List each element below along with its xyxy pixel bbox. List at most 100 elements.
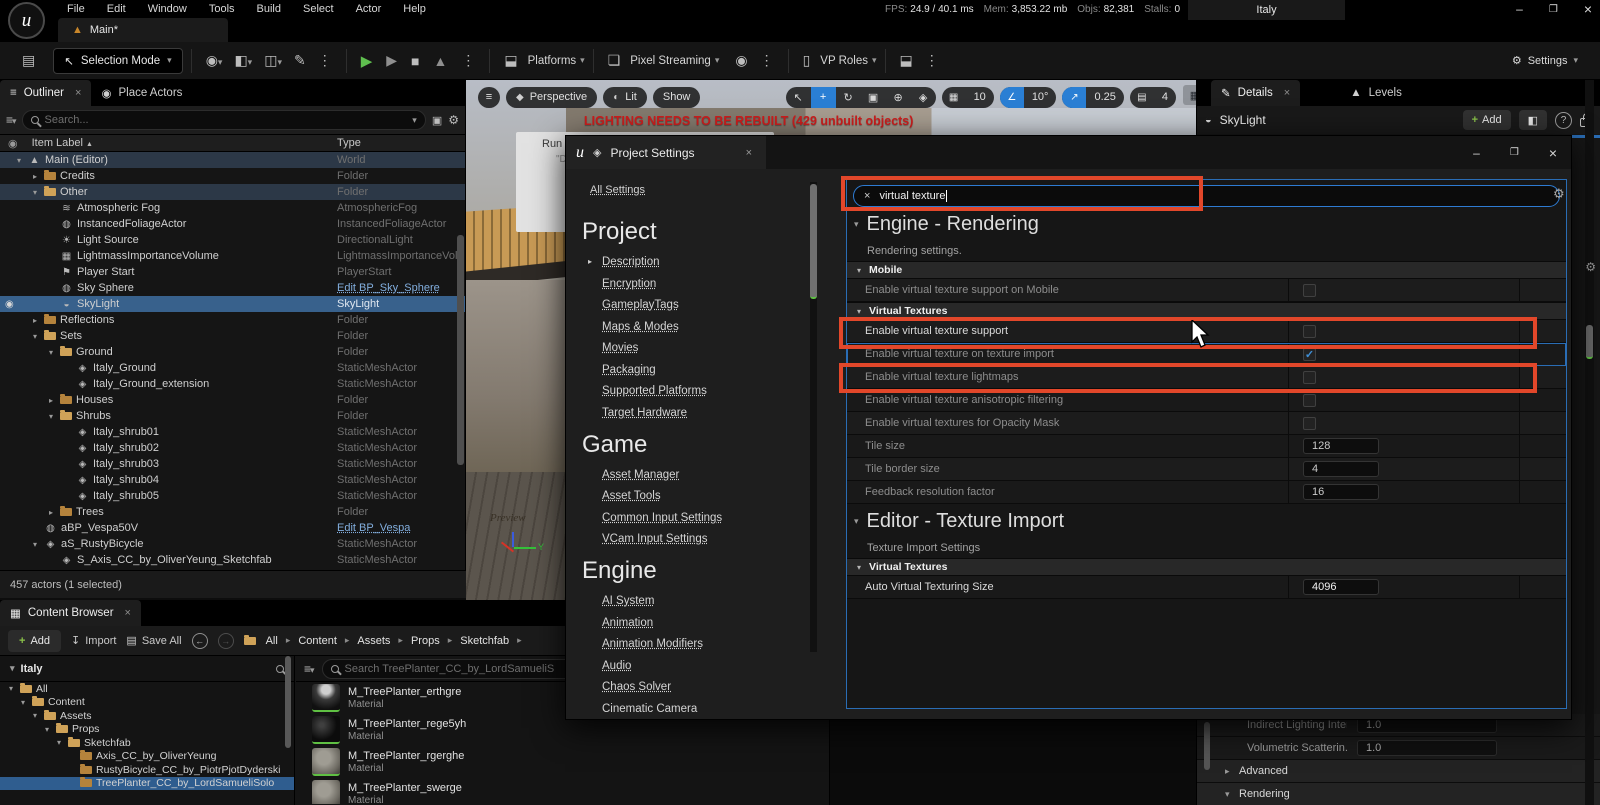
breadcrumb-item[interactable]: Sketchfab [460, 635, 509, 647]
more-options-icon[interactable]: ⋮ [312, 52, 338, 69]
settings-nav-item[interactable]: Maps & Modes [602, 321, 679, 333]
scale-snap-control[interactable]: ↗0.25 [1062, 87, 1123, 108]
table-row[interactable]: ▸HousesFolder [0, 392, 465, 408]
property-value-input[interactable]: 1.0 [1357, 740, 1497, 756]
asset-item[interactable]: M_TreePlanter_swergeMaterial [296, 778, 830, 804]
folder-tree-row[interactable]: ▾All [0, 682, 294, 696]
table-row[interactable]: ◍aBP_Vespa50VEdit BP_Vespa [0, 520, 465, 536]
settings-nav-item[interactable]: Animation [602, 617, 653, 629]
settings-nav-item[interactable]: Packaging [602, 364, 656, 376]
table-row[interactable]: ◈Italy_shrub03StaticMeshActor [0, 456, 465, 472]
menu-build[interactable]: Build [246, 3, 292, 15]
settings-nav-item[interactable]: VCam Input Settings [602, 533, 707, 545]
folder-tree-row[interactable]: ▾Content [0, 696, 294, 710]
rotate-tool[interactable]: ↻ [836, 87, 861, 108]
table-row[interactable]: ☀Light SourceDirectionalLight [0, 232, 465, 248]
viewport-options-icon[interactable]: ≡ [478, 87, 500, 108]
editor-modes-icon[interactable]: ✎ [288, 52, 312, 69]
table-row[interactable]: ◈Italy_shrub05StaticMeshActor [0, 488, 465, 504]
add-component-button[interactable]: + Add [1463, 110, 1511, 130]
table-row[interactable]: ▾ShrubsFolder [0, 408, 465, 424]
settings-nav-item[interactable]: Asset Tools [602, 490, 661, 502]
checkbox[interactable] [1303, 394, 1316, 407]
table-row[interactable]: ▾▲Main (Editor)World [0, 152, 465, 168]
breadcrumb-item[interactable]: Content [298, 635, 337, 647]
item-label-column[interactable]: Item Label ▲ [32, 137, 93, 150]
folder-tree-row[interactable]: TreePlanter_CC_by_LordSamueliSolo [0, 777, 294, 791]
settings-nav-item[interactable]: Target Hardware [602, 407, 687, 419]
path-header[interactable]: ▾ Italy [0, 656, 294, 682]
table-row[interactable]: ≋Atmospheric FogAtmosphericFog [0, 200, 465, 216]
remote-control-icon[interactable]: ⬓ [894, 52, 919, 69]
table-row[interactable]: ▾OtherFolder [0, 184, 465, 200]
expander-icon[interactable]: ▸ [30, 316, 40, 325]
text-input[interactable]: 4 [1303, 461, 1379, 477]
settings-nav-item[interactable]: Movies [602, 342, 638, 354]
edit-blueprint-link[interactable]: Edit BP_Sky_Sphere [337, 282, 465, 294]
expander-icon[interactable]: ▾ [18, 698, 28, 707]
details-right-scrollbar[interactable] [1585, 80, 1594, 805]
close-icon[interactable]: × [1284, 87, 1290, 99]
expander-icon[interactable]: ▾ [6, 684, 16, 693]
play-button[interactable]: ▶ [355, 52, 379, 70]
settings-nav-item[interactable]: Chaos Solver [602, 681, 671, 693]
table-row[interactable]: ◈Italy_Ground_extensionStaticMeshActor [0, 376, 465, 392]
menu-window[interactable]: Window [137, 3, 198, 15]
folder-tree-row[interactable]: Axis_CC_by_OliverYeung [0, 750, 294, 764]
view-mode-dropdown[interactable]: ◐ Lit [603, 87, 647, 108]
close-icon[interactable]: × [1584, 1, 1592, 17]
folder-tree-row[interactable]: ▾Sketchfab [0, 736, 294, 750]
expander-icon[interactable]: ▸ [30, 172, 40, 181]
table-row[interactable]: ▸ReflectionsFolder [0, 312, 465, 328]
world-space-icon[interactable]: ⊕ [886, 87, 911, 108]
checkbox[interactable]: ✓ [1303, 348, 1316, 361]
close-icon[interactable]: × [1549, 145, 1557, 161]
tab-main-level[interactable]: ▲ Main* [58, 18, 228, 42]
stop-button[interactable]: ■ [405, 53, 425, 69]
search-icon[interactable] [276, 665, 284, 673]
viewport-layout-icon[interactable]: ▦ [1183, 85, 1196, 105]
gear-icon[interactable]: ⚙ [1585, 260, 1596, 274]
unreal-logo-icon[interactable]: u [8, 2, 45, 39]
settings-nav-item[interactable]: Supported Platforms [602, 385, 707, 397]
folder-tree-row[interactable]: RustyBicycle_CC_by_PiotrPjotDyderski [0, 763, 294, 777]
table-row[interactable]: ▸TreesFolder [0, 504, 465, 520]
settings-nav-item[interactable]: Animation Modifiers [602, 638, 703, 650]
multi-user-icon[interactable]: ◉ [729, 52, 753, 69]
table-row[interactable]: ◈Italy_GroundStaticMeshActor [0, 360, 465, 376]
eye-icon[interactable]: ◉ [5, 299, 14, 310]
gear-icon[interactable]: ⚙ [448, 113, 459, 127]
breadcrumb-item[interactable]: All [266, 635, 278, 647]
outliner-search-input[interactable]: Search... ▾ [22, 110, 426, 130]
save-icon[interactable]: ▤ [16, 52, 41, 69]
expander-icon[interactable]: ▾ [30, 188, 40, 197]
close-icon[interactable]: × [125, 607, 131, 619]
frame-skip-button[interactable]: ▶ [380, 52, 403, 69]
table-row[interactable]: ◍InstancedFoliageActorInstancedFoliageAc… [0, 216, 465, 232]
add-button[interactable]: + Add [8, 630, 61, 652]
settings-nav-item[interactable]: AI System [602, 595, 654, 607]
perspective-dropdown[interactable]: ◆ Perspective [506, 87, 597, 108]
visibility-column-icon[interactable]: ◉ [8, 137, 18, 150]
maximize-icon[interactable]: ❐ [1510, 147, 1519, 158]
asset-item[interactable]: M_TreePlanter_rgergheMaterial [296, 746, 830, 778]
table-row[interactable]: ▾◈aS_RustyBicycleStaticMeshActor [0, 536, 465, 552]
vp-roles-dropdown[interactable]: ▯ VP Roles ▾ [797, 52, 877, 69]
table-row[interactable]: ▦LightmassImportanceVolumeLightmassImpor… [0, 248, 465, 264]
table-row[interactable]: ◈S_Axis_CC_by_OliverYeung_SketchfabStati… [0, 552, 465, 568]
filter-icon[interactable]: ≡▾ [6, 113, 16, 127]
tab-outliner[interactable]: ≡ Outliner × [0, 80, 91, 106]
settings-nav-item[interactable]: Cinematic Camera [602, 703, 697, 713]
more-options-icon[interactable]: ⋮ [919, 52, 945, 69]
play-options-icon[interactable]: ⋮ [455, 52, 481, 69]
tab-details[interactable]: ✎ Details × [1211, 80, 1300, 106]
gear-icon[interactable]: ⚙ [1553, 186, 1565, 202]
table-row[interactable]: ⚑Player StartPlayerStart [0, 264, 465, 280]
settings-category-header[interactable]: ▾Engine - Rendering [847, 207, 1566, 241]
settings-category-header[interactable]: ▾Editor - Texture Import [847, 504, 1566, 538]
cinematics-icon[interactable]: ◫▾ [258, 52, 288, 69]
show-dropdown[interactable]: Show [653, 87, 701, 108]
settings-nav-item[interactable]: Asset Manager [602, 469, 679, 481]
tab-content-browser[interactable]: ▦ Content Browser × [0, 600, 141, 626]
table-row[interactable]: ▾SetsFolder [0, 328, 465, 344]
